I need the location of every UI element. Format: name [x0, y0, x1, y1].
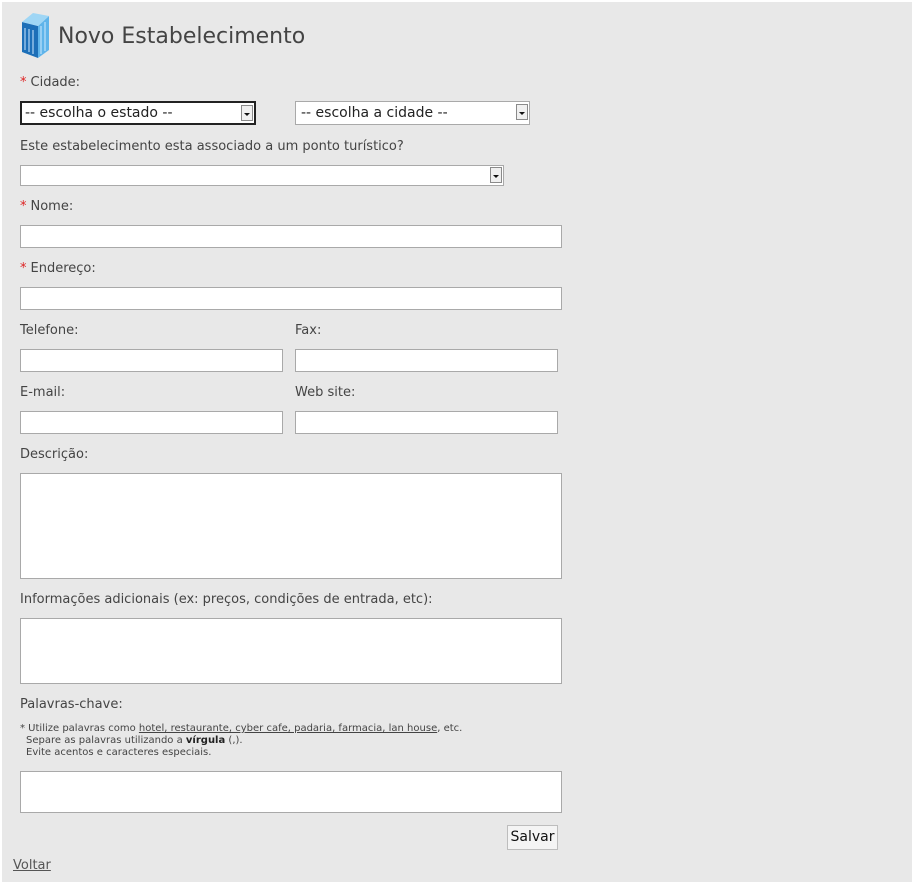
hint-line-1: * Utilize palavras como hotel, restauran… — [20, 723, 463, 734]
descricao-textarea[interactable] — [20, 473, 562, 579]
endereco-input[interactable] — [20, 287, 562, 310]
page: Novo Estabelecimento * Cidade: -- escolha… — [2, 0, 912, 882]
telefone-input[interactable] — [20, 349, 283, 372]
palavras-chave-hint: * Utilize palavras como hotel, restauran… — [20, 723, 462, 759]
ponto-turistico-select[interactable] — [20, 165, 504, 186]
nome-input[interactable] — [20, 225, 562, 248]
ponto-turistico-label: Este estabelecimento esta associado a um… — [20, 139, 404, 154]
estado-select[interactable]: -- escolha o estado -- — [20, 101, 256, 125]
back-link[interactable]: Voltar — [13, 858, 51, 873]
cidade-label: * Cidade: — [20, 75, 81, 90]
informacoes-label: Informações adicionais (ex: preços, cond… — [20, 592, 433, 607]
palavras-chave-textarea[interactable] — [20, 771, 562, 813]
required-marker: * — [20, 75, 27, 90]
save-button[interactable]: Salvar — [507, 825, 558, 850]
examples-text: hotel, restaurante, cyber cafe, padaria,… — [138, 723, 438, 734]
nome-label: * Nome: — [20, 199, 74, 214]
hint-line-3: Evite acentos e caracteres especiais. — [26, 747, 212, 758]
endereco-label: * Endereço: — [20, 261, 96, 276]
building-icon — [18, 12, 52, 58]
hint-line-2: Separe as palavras utilizando a vírgula … — [26, 735, 243, 746]
palavras-chave-label: Palavras-chave: — [20, 697, 123, 712]
chevron-down-icon[interactable] — [490, 167, 502, 183]
chevron-down-icon[interactable] — [241, 105, 253, 121]
website-input[interactable] — [295, 411, 558, 434]
email-label: E-mail: — [20, 385, 66, 400]
cidade-select[interactable]: -- escolha a cidade -- — [295, 101, 530, 125]
descricao-label: Descrição: — [20, 447, 89, 462]
email-input[interactable] — [20, 411, 283, 434]
fax-label: Fax: — [295, 323, 322, 338]
required-marker: * — [20, 199, 27, 214]
telefone-label: Telefone: — [20, 323, 79, 338]
required-marker: * — [20, 261, 27, 276]
chevron-down-icon[interactable] — [516, 104, 528, 120]
informacoes-textarea[interactable] — [20, 618, 562, 684]
website-label: Web site: — [295, 385, 356, 400]
fax-input[interactable] — [295, 349, 558, 372]
page-title: Novo Estabelecimento — [58, 24, 306, 49]
